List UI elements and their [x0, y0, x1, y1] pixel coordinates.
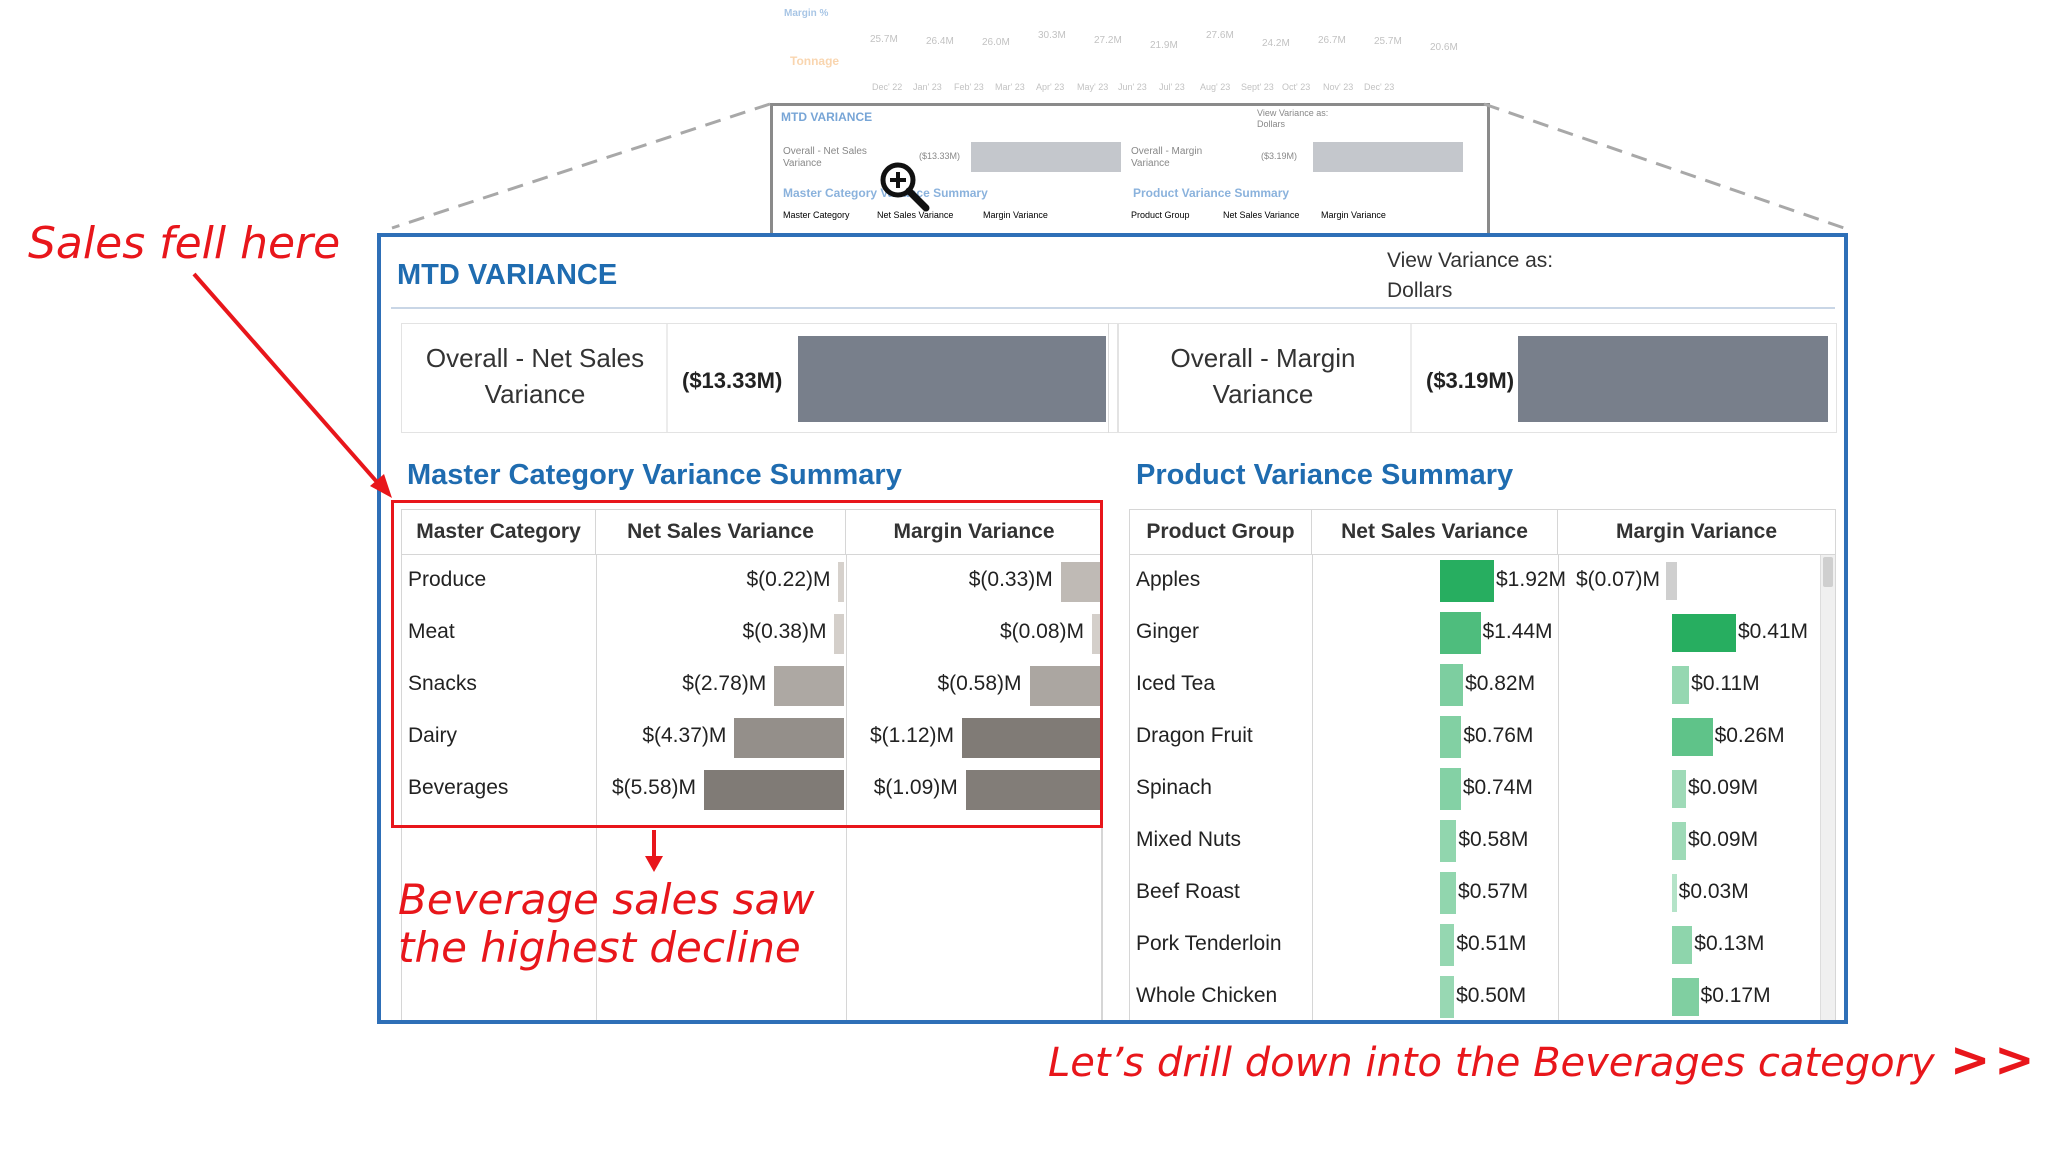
zoom-guide-right	[1483, 102, 1845, 230]
zoom-in-icon[interactable]	[876, 158, 932, 214]
zoom-guide-left	[391, 102, 771, 230]
annotation-overlay	[192, 102, 1845, 872]
beverage-arrowhead	[645, 856, 663, 872]
drill-down-arrow-icon: >>	[1950, 1032, 2039, 1088]
annotation-sales-fell: Sales fell here	[28, 218, 341, 269]
annotation-beverage-decline: Beverage sales saw the highest decline	[398, 875, 815, 972]
sales-fell-arrow	[192, 272, 386, 492]
annotation-drill-down: Let’s drill down into the Beverages cate…	[1048, 1040, 1935, 1086]
